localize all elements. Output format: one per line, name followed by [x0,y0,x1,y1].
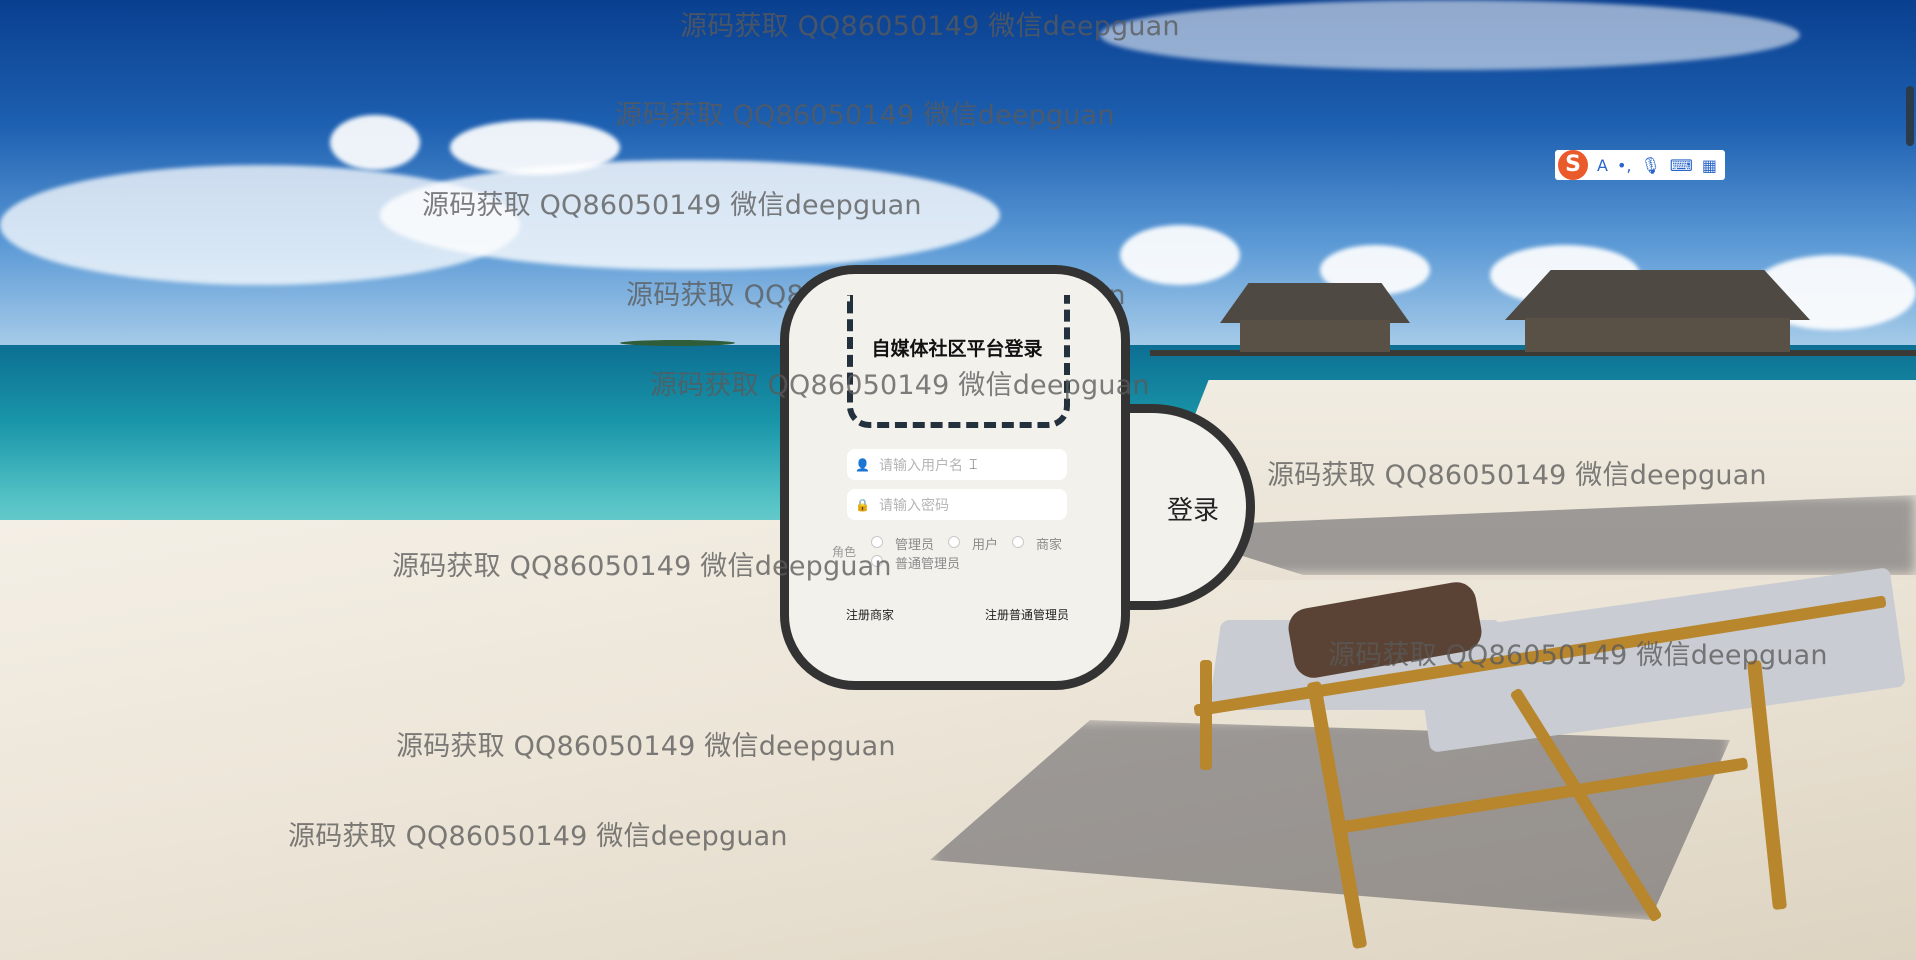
hut-roof [1220,283,1410,323]
ime-logo[interactable]: S [1558,150,1588,180]
user-icon: 👤 [855,457,870,472]
watermark: 源码获取 QQ86050149 微信deepguan [1267,460,1767,491]
ime-language-button[interactable]: A [1597,156,1608,175]
password-placeholder: 请输入密码 [879,497,949,514]
register-admin-link[interactable]: 注册普通管理员 [985,606,1069,623]
lounge-chair-leg [1200,660,1212,770]
role-radio-merchant[interactable] [1012,536,1024,548]
watermark: 源码获取 QQ86050149 微信deepguan [615,100,1115,131]
mic-icon[interactable]: 🎙 [1640,156,1660,175]
ime-toolbar: S A •, 🎙 ⌨ ▦ [1555,150,1725,180]
cloud [1100,0,1800,70]
cloud [1120,225,1240,285]
hut [1525,318,1790,352]
login-button-label[interactable]: 登录 [1167,490,1219,527]
register-merchant-link[interactable]: 注册商家 [846,606,894,623]
hut-roof [1505,270,1810,320]
watermark: 源码获取 QQ86050149 微信deepguan [392,551,892,582]
login-page: 源码获取 QQ86050149 微信deepguan 源码获取 QQ860501… [0,0,1916,960]
scrollbar[interactable] [1906,86,1914,146]
punctuation-icon[interactable]: •, [1617,156,1632,175]
text-cursor-icon: ⌶ [969,456,978,473]
watermark: 源码获取 QQ86050149 微信deepguan [1328,640,1828,671]
role-general-admin-label[interactable]: 普通管理员 [895,553,960,572]
page-title: 自媒体社区平台登录 [871,338,1043,360]
watermark: 源码获取 QQ86050149 微信deepguan [422,190,922,221]
lock-icon: 🔒 [855,497,870,512]
island [620,340,735,346]
role-admin-label[interactable]: 管理员 [895,534,934,553]
watermark: 源码获取 QQ86050149 微信deepguan [680,11,1180,42]
watermark: 源码获取 QQ86050149 微信deepguan [288,821,788,852]
watermark: 源码获取 QQ86050149 微信deepguan [650,370,1150,401]
password-field[interactable]: 🔒 请输入密码 [847,489,1067,520]
grid-icon[interactable]: ▦ [1702,156,1717,175]
cloud [330,115,420,170]
role-merchant-label[interactable]: 商家 [1036,534,1062,553]
username-field[interactable]: 👤 请输入用户名 ⌶ [847,449,1067,480]
username-placeholder: 请输入用户名 [879,457,963,474]
role-radio-user[interactable] [948,536,960,548]
hut [1240,320,1390,352]
role-user-label[interactable]: 用户 [972,534,998,553]
keyboard-icon[interactable]: ⌨ [1670,156,1693,175]
watermark: 源码获取 QQ86050149 微信deepguan [396,731,896,762]
